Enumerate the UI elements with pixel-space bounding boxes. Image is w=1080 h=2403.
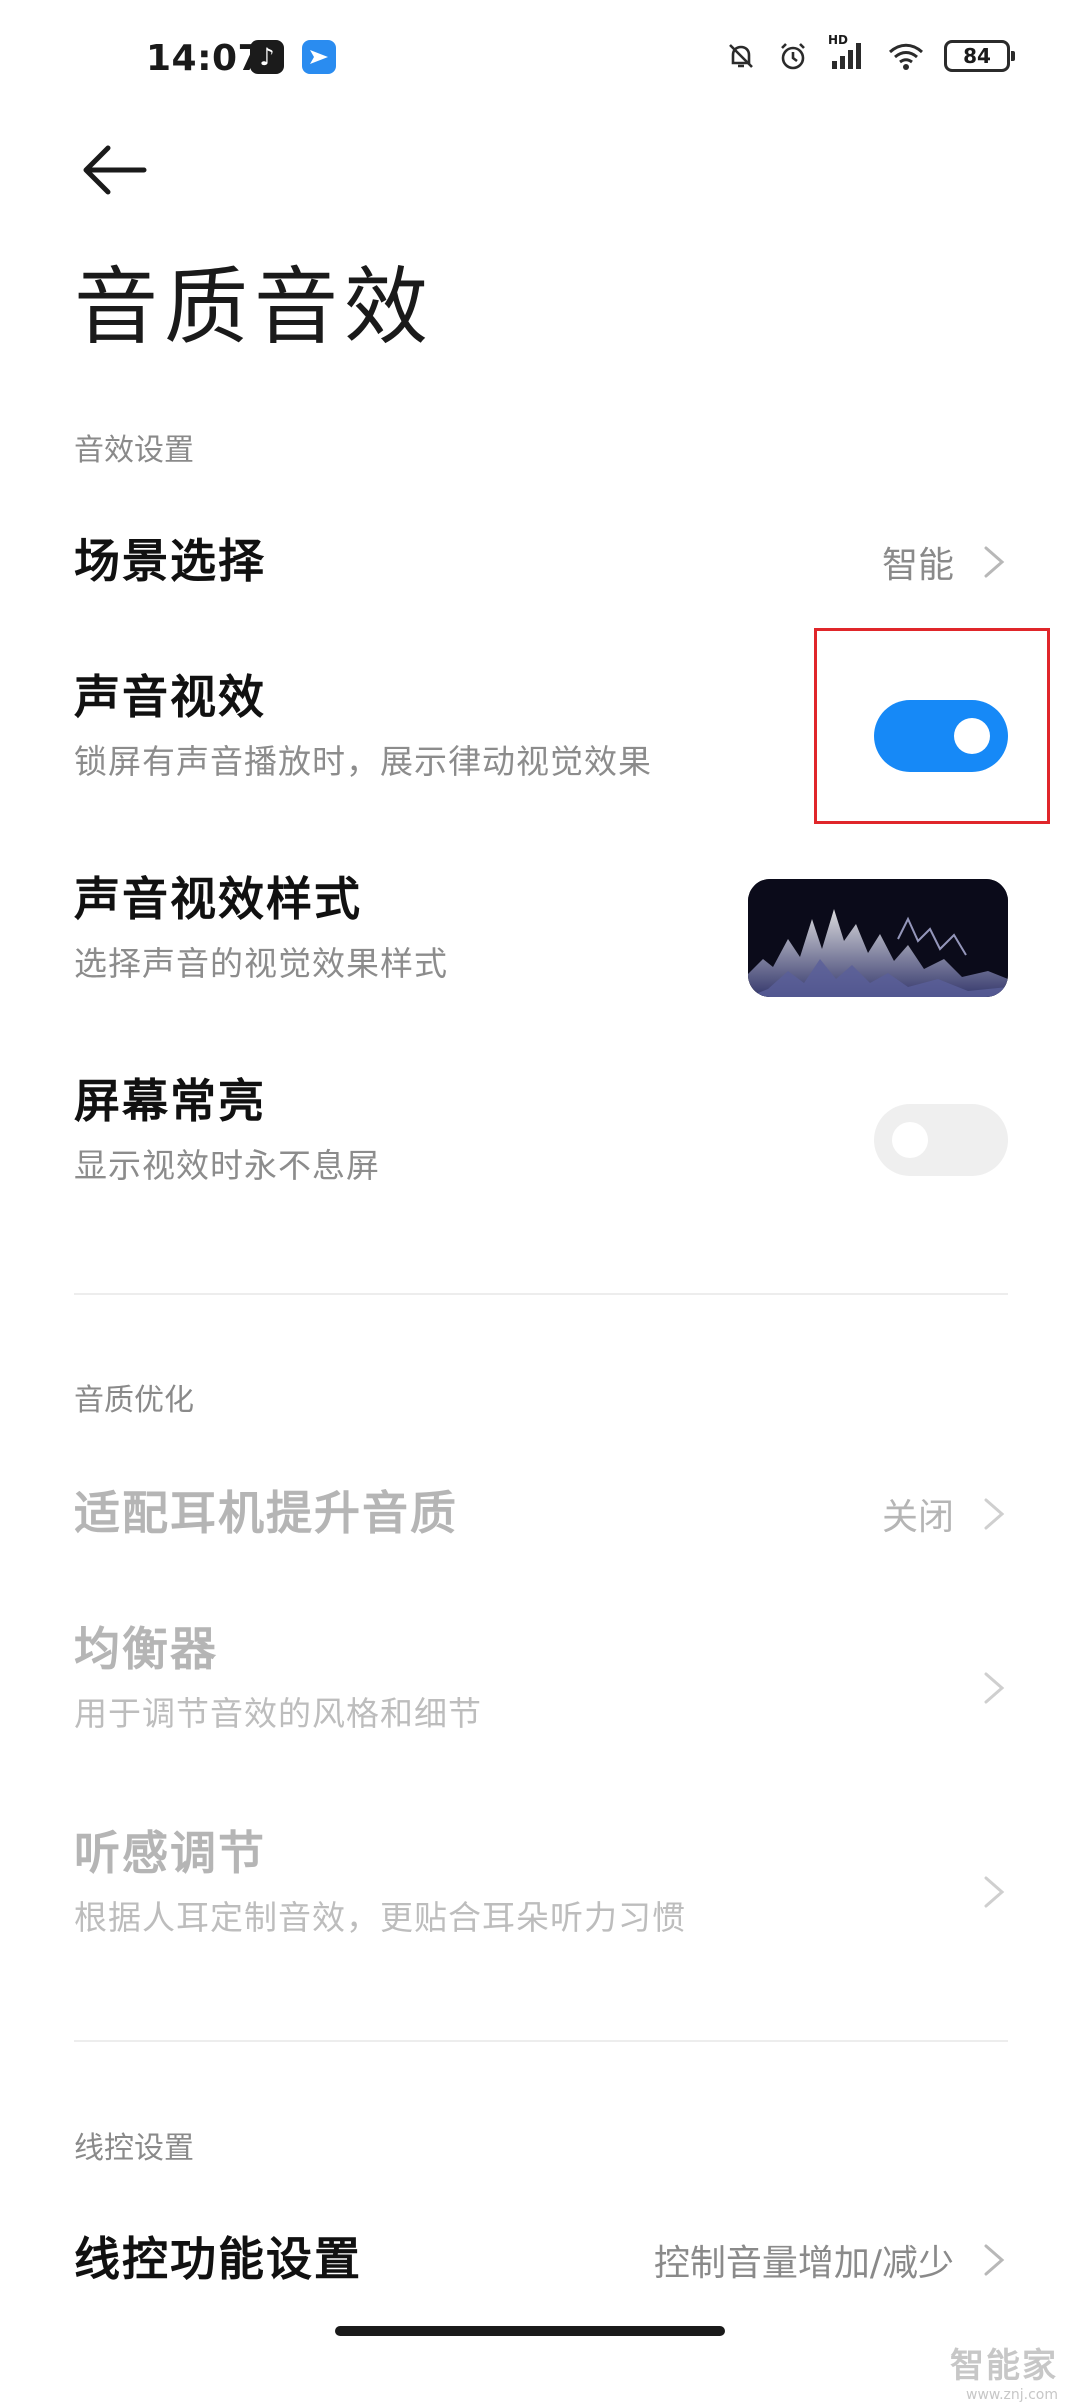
scene-select-title: 场景选择 [74,534,266,588]
screen-on-row: 屏幕常亮 显示视效时永不息屏 [74,1074,1008,1206]
battery-icon: 84 [944,40,1015,72]
chevron-right-icon [984,546,1005,578]
chevron-right-icon [984,1498,1005,1530]
feishu-icon [302,40,336,74]
hd-label: HD [828,33,849,47]
section-effects-label: 音效设置 [74,433,194,468]
divider [74,1293,1008,1295]
bell-muted-icon [724,39,758,73]
status-bar: 14:07 ♪ HD 84 [0,0,1080,120]
wired-control-row[interactable]: 线控功能设置 控制音量增加/减少 [74,2218,1008,2302]
tiktok-icon: ♪ [250,40,284,74]
equalizer-title: 均衡器 [74,1622,218,1676]
earphone-value: 关闭 [881,1497,954,1538]
page-title: 音质音效 [74,258,435,356]
chevron-right-icon [984,1672,1005,1704]
watermark-sub: www.znj.com [966,2387,1058,2403]
wired-control-value: 控制音量增加/减少 [653,2243,954,2284]
hearing-subtitle: 根据人耳定制音效，更贴合耳朵听力习惯 [74,1898,686,1938]
screen-on-subtitle: 显示视效时永不息屏 [74,1146,380,1186]
signal-icon: HD [828,33,868,73]
status-time: 14:07 [146,38,264,79]
back-arrow-icon [83,145,147,195]
screen-on-title: 屏幕常亮 [74,1074,266,1128]
watermark: 智能家 www.znj.com [950,2338,1058,2403]
visual-style-row[interactable]: 声音视效样式 选择声音的视觉效果样式 [74,872,1008,1004]
scene-select-value: 智能 [881,545,954,586]
back-button[interactable] [80,142,150,198]
visual-style-thumbnail[interactable] [748,879,1008,997]
chevron-right-icon [984,1876,1005,1908]
hearing-title: 听感调节 [74,1826,266,1880]
chevron-right-icon [984,2244,1005,2276]
screen-on-toggle[interactable] [874,1104,1008,1176]
status-icons: HD 84 [724,33,1015,76]
equalizer-row[interactable]: 均衡器 用于调节音效的风格和细节 [74,1622,1008,1754]
divider [74,2040,1008,2042]
alarm-icon [776,39,810,73]
toggle-knob [892,1122,928,1158]
hearing-row[interactable]: 听感调节 根据人耳定制音效，更贴合耳朵听力习惯 [74,1826,1008,1958]
wifi-icon [886,39,926,73]
earphone-row[interactable]: 适配耳机提升音质 关闭 [74,1472,1008,1556]
wired-control-title: 线控功能设置 [74,2232,362,2286]
scene-select-row[interactable]: 场景选择 智能 [74,520,1008,604]
highlight-box [814,628,1050,824]
home-indicator[interactable] [335,2326,725,2336]
earphone-title: 适配耳机提升音质 [74,1486,458,1540]
section-quality-label: 音质优化 [74,1383,194,1418]
section-wired-label: 线控设置 [74,2131,194,2166]
watermark-main: 智能家 [950,2346,1058,2386]
equalizer-subtitle: 用于调节音效的风格和细节 [74,1694,482,1734]
